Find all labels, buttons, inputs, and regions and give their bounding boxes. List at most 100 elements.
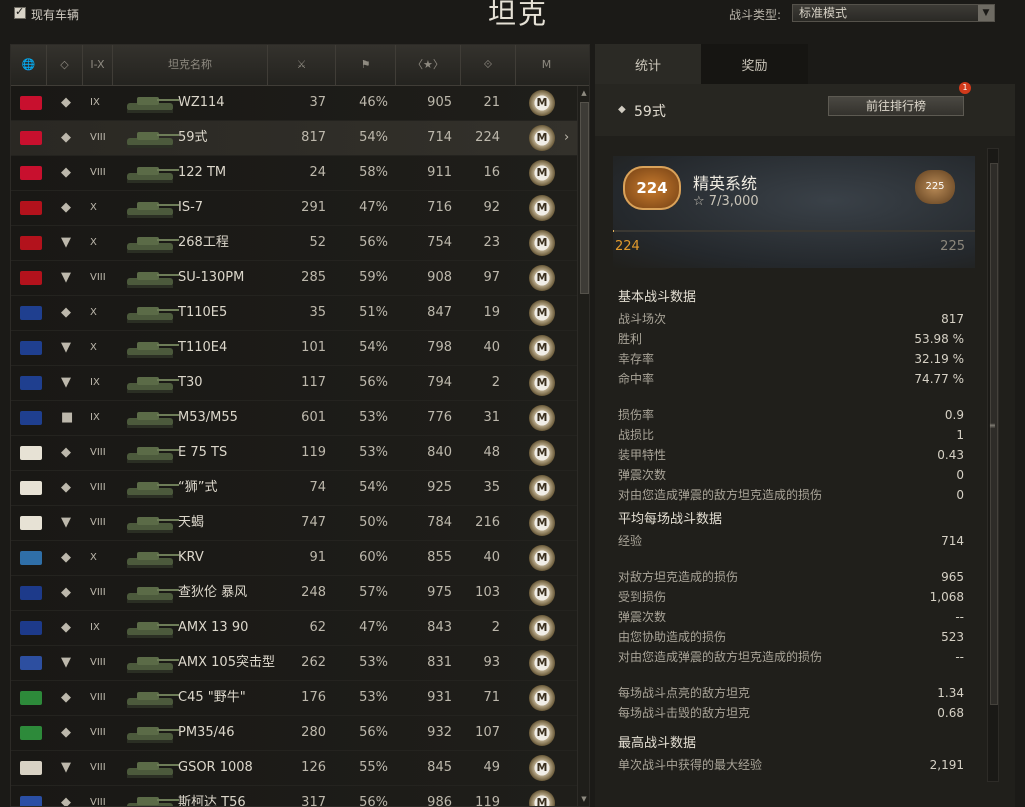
table-row[interactable]: ■ IX M53/M55 601 53% 776 31 M xyxy=(11,401,577,436)
tank-class-icon: ◆ xyxy=(61,585,71,600)
elite-title: 精英系统 xyxy=(693,174,758,193)
table-row[interactable]: ▼ VIII SU-130PM 285 59% 908 97 M xyxy=(11,261,577,296)
stat-value: 0 xyxy=(956,488,964,502)
nation-flag-icon xyxy=(20,446,42,460)
mastery-badge-icon: M xyxy=(529,755,555,781)
tank-damage: 16 xyxy=(483,165,500,180)
tank-winrate: 53% xyxy=(359,690,388,705)
table-row[interactable]: ◆ VIII PM35/46 280 56% 932 107 M xyxy=(11,716,577,751)
tank-xp: 843 xyxy=(427,620,452,635)
tank-list-scrollbar[interactable]: ▲ ▼ xyxy=(577,86,589,806)
table-row[interactable]: ◆ IX AMX 13 90 62 47% 843 2 M xyxy=(11,611,577,646)
stat-assist: 由您协助造成的损伤 523 xyxy=(618,627,970,647)
tank-winrate: 47% xyxy=(359,200,388,215)
tank-name: PM35/46 xyxy=(178,725,235,740)
col-battles-header[interactable]: ⚔ xyxy=(268,45,336,85)
tank-battles: 52 xyxy=(309,235,326,250)
col-mastery-header[interactable]: M xyxy=(516,45,577,85)
tank-class-icon: ▼ xyxy=(61,270,71,285)
tank-xp: 855 xyxy=(427,550,452,565)
stat-stun-dmg: 对由您造成弹震的敌方坦克造成的损伤 0 xyxy=(618,485,970,505)
table-row[interactable]: ◆ VIII C45 "野牛" 176 53% 931 71 M xyxy=(11,681,577,716)
tank-class-icon: ▼ xyxy=(61,235,71,250)
nation-flag-icon xyxy=(20,761,42,775)
table-row[interactable]: ◆ VIII 59式 817 54% 714 224 M › xyxy=(11,121,577,156)
table-row[interactable]: ◆ VIII E 75 TS 119 53% 840 48 M xyxy=(11,436,577,471)
tank-image-icon xyxy=(127,167,179,183)
scroll-up-icon[interactable]: ▲ xyxy=(579,88,589,98)
nation-flag-icon xyxy=(20,96,42,110)
tank-name: GSOR 1008 xyxy=(178,760,253,775)
col-class-header[interactable]: ◇ xyxy=(47,45,83,85)
table-row[interactable]: ◆ VIII “狮”式 74 54% 925 35 M xyxy=(11,471,577,506)
table-row[interactable]: ▼ VIII AMX 105突击型 262 53% 831 93 M xyxy=(11,646,577,681)
owned-label[interactable]: 现有车辆 xyxy=(31,6,79,23)
table-row[interactable]: ▼ X 268工程 52 56% 754 23 M xyxy=(11,226,577,261)
tank-battles: 747 xyxy=(301,515,326,530)
leaderboard-button[interactable]: 前往排行榜 xyxy=(828,96,964,116)
stat-value: 1 xyxy=(956,428,964,442)
section-avg-header: 平均每场战斗数据 xyxy=(618,512,723,527)
tank-image-icon xyxy=(127,237,179,253)
tab-awards[interactable]: 奖励 xyxy=(701,44,808,84)
tank-battles: 101 xyxy=(301,340,326,355)
mastery-badge-icon: M xyxy=(529,195,555,221)
battle-type-select[interactable]: 标准模式 ▼ xyxy=(792,4,995,22)
stat-label: 战斗场次 xyxy=(618,312,667,326)
scroll-thumb[interactable] xyxy=(990,163,998,705)
tank-class-icon: ◆ xyxy=(618,104,626,115)
tank-xp: 911 xyxy=(427,165,452,180)
scroll-thumb[interactable] xyxy=(580,102,589,294)
owned-checkbox[interactable] xyxy=(14,5,26,19)
elite-progress-fill xyxy=(613,230,614,232)
stat-kd: 战损比 1 xyxy=(618,425,970,445)
mastery-badge-icon: M xyxy=(529,440,555,466)
stat-value: 32.19 % xyxy=(914,352,964,366)
table-row[interactable]: ◆ VIII 查狄伦 暴风 248 57% 975 103 M xyxy=(11,576,577,611)
tank-name: “狮”式 xyxy=(178,480,218,495)
table-row[interactable]: ◆ IX WZ114 37 46% 905 21 M xyxy=(11,86,577,121)
tank-class-icon: ◆ xyxy=(61,165,71,180)
col-nation-header[interactable]: 🌐 xyxy=(11,45,47,85)
table-row[interactable]: ▼ IX T30 117 56% 794 2 M xyxy=(11,366,577,401)
tank-name: T110E4 xyxy=(178,340,228,355)
tank-damage: 31 xyxy=(483,410,500,425)
table-row[interactable]: ◆ X IS-7 291 47% 716 92 M xyxy=(11,191,577,226)
grip-icon: ≡ xyxy=(989,421,996,430)
mastery-badge-icon: M xyxy=(529,720,555,746)
star-icon: ☆ xyxy=(693,194,709,209)
globe-icon: 🌐 xyxy=(21,58,36,71)
mastery-badge-icon: M xyxy=(529,615,555,641)
tank-name: WZ114 xyxy=(178,95,225,110)
table-row[interactable]: ◆ X KRV 91 60% 855 40 M xyxy=(11,541,577,576)
chevron-down-icon[interactable]: ▼ xyxy=(978,5,994,21)
tank-image-icon xyxy=(127,412,179,428)
tank-battles: 317 xyxy=(301,795,326,807)
stat-label: 损伤率 xyxy=(618,408,655,422)
stat-armor: 装甲特性 0.43 xyxy=(618,445,970,465)
tank-tier: VIII xyxy=(90,727,106,738)
col-xp-header[interactable]: 〈★〉 xyxy=(396,45,461,85)
col-winrate-header[interactable]: ⚑ xyxy=(336,45,396,85)
tank-battles: 119 xyxy=(301,445,326,460)
mastery-badge-icon: M xyxy=(529,405,555,431)
tank-battles: 285 xyxy=(301,270,326,285)
stat-max-xp: 单次战斗中获得的最大经验 2,191 xyxy=(618,755,970,775)
table-row[interactable]: ▼ X T110E4 101 54% 798 40 M xyxy=(11,331,577,366)
tank-class-icon: ■ xyxy=(61,410,74,425)
table-row[interactable]: ◆ X T110E5 35 51% 847 19 M xyxy=(11,296,577,331)
table-row[interactable]: ◆ VIII 斯柯达 T56 317 56% 986 119 M xyxy=(11,786,577,807)
tab-stats[interactable]: 统计 xyxy=(595,44,701,84)
stats-scrollbar[interactable]: ≡ xyxy=(987,148,999,782)
table-row[interactable]: ▼ VIII GSOR 1008 126 55% 845 49 M xyxy=(11,751,577,786)
col-name-header[interactable]: 坦克名称 xyxy=(113,45,268,85)
mastery-badge-icon: M xyxy=(529,370,555,396)
table-row[interactable]: ◆ VIII 122 TM 24 58% 911 16 M xyxy=(11,156,577,191)
col-damage-header[interactable]: ⟐ xyxy=(461,45,516,85)
stat-battles: 战斗场次 817 xyxy=(618,309,970,329)
col-tier-header[interactable]: I-X xyxy=(83,45,113,85)
stat-label: 幸存率 xyxy=(618,352,655,366)
table-row[interactable]: ▼ VIII 天蝎 747 50% 784 216 M xyxy=(11,506,577,541)
scroll-down-icon[interactable]: ▼ xyxy=(579,794,589,804)
elite-next-level: 225 xyxy=(940,239,965,254)
